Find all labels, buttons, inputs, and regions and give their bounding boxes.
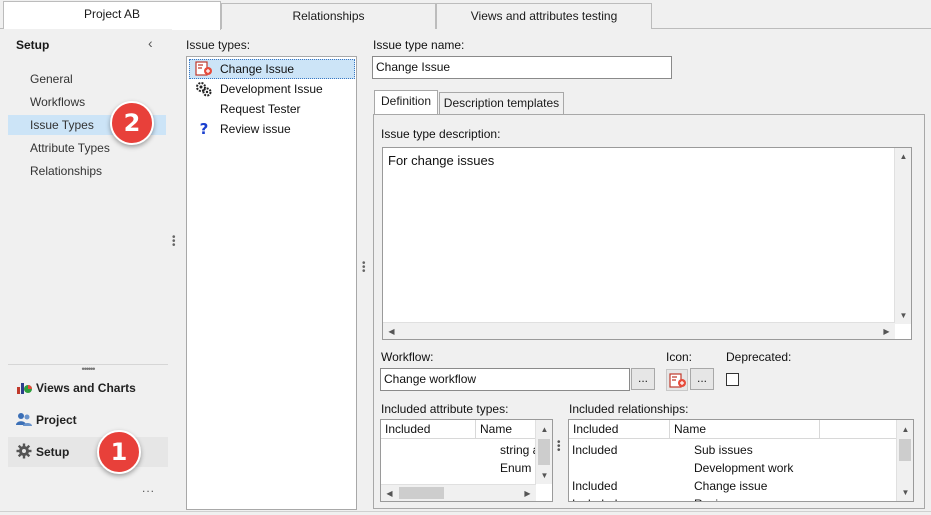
column-header-name[interactable]: Name — [670, 420, 820, 439]
attribute-row-name[interactable]: ..... — [500, 476, 517, 482]
deprecated-checkbox[interactable] — [726, 373, 739, 386]
scroll-right-icon[interactable]: ▶ — [519, 485, 536, 501]
relationship-row-name[interactable]: Review — [694, 496, 733, 501]
sidebar-resize-grip[interactable]: •••••• — [8, 364, 168, 374]
nav-label: Project — [36, 413, 77, 427]
scroll-thumb[interactable] — [899, 439, 911, 461]
callout-badge-1: 1 — [97, 430, 141, 474]
gear-icon — [16, 443, 32, 459]
grid-splitter[interactable]: • • • — [557, 438, 561, 456]
tab-views-and-attributes-testing[interactable]: Views and attributes testing — [436, 3, 652, 29]
included-attribute-types-label: Included attribute types: — [381, 402, 509, 416]
included-relationships-label: Included relationships: — [569, 402, 689, 416]
nav-project[interactable]: Project — [8, 405, 168, 435]
issue-type-label: Development Issue — [220, 82, 323, 96]
chart-icon — [17, 383, 32, 394]
issue-type-development-issue[interactable]: Development Issue — [189, 79, 355, 99]
scroll-down-icon[interactable]: ▼ — [897, 484, 913, 501]
callout-badge-2: 2 — [110, 101, 154, 145]
issue-type-description-field[interactable]: For change issues ▲ ▼ ◀ ▶ — [382, 147, 912, 340]
top-tab-bar: Project AB Relationships Views and attri… — [0, 0, 931, 30]
change-issue-icon — [669, 373, 686, 388]
more-options-icon[interactable]: ... — [142, 481, 155, 495]
deprecated-label: Deprecated: — [726, 350, 792, 364]
attribute-row-name[interactable]: string a — [500, 442, 539, 458]
scroll-right-icon[interactable]: ▶ — [878, 323, 895, 340]
tab-relationships[interactable]: Relationships — [221, 3, 436, 29]
issue-type-name-field[interactable]: Change Issue — [372, 56, 672, 79]
tab-definition[interactable]: Definition — [374, 90, 438, 114]
issue-type-icon-preview — [666, 369, 688, 391]
issue-type-change-issue[interactable]: Change Issue — [189, 59, 355, 79]
relationship-row-name[interactable]: Sub issues — [694, 442, 753, 458]
relationship-row-name[interactable]: Development work — [694, 460, 793, 476]
nav-label: Setup — [36, 445, 70, 459]
relationship-row-included[interactable]: Included — [572, 478, 617, 494]
relationship-grid-vertical-scrollbar[interactable]: ▲ ▼ — [896, 420, 913, 501]
scroll-down-icon[interactable]: ▼ — [895, 307, 912, 324]
issue-type-request-tester[interactable]: Request Tester — [189, 99, 355, 119]
issue-type-description-label: Issue type description: — [381, 127, 501, 141]
nav-setup[interactable]: Setup — [8, 437, 168, 467]
sidebar-title: Setup — [16, 38, 50, 52]
scroll-up-icon[interactable]: ▲ — [895, 148, 912, 165]
scroll-left-icon[interactable]: ◀ — [381, 485, 398, 501]
issue-type-label: Request Tester — [220, 102, 301, 116]
relationship-row-included[interactable]: Included — [572, 496, 617, 501]
nav-views-and-charts[interactable]: Views and Charts — [8, 373, 168, 403]
tab-description-templates[interactable]: Description templates — [439, 92, 564, 114]
sidebar-item-general[interactable]: General — [8, 69, 166, 89]
sidebar: Setup ‹ General Workflows Issue Types At… — [0, 29, 172, 515]
description-text: For change issues — [388, 153, 495, 168]
gears-icon — [196, 82, 212, 97]
workflow-browse-button[interactable]: ... — [631, 368, 655, 390]
relationship-row-included[interactable]: Included — [572, 442, 617, 458]
column-header-included[interactable]: Included — [381, 420, 476, 439]
grid-header: Included Name — [381, 420, 536, 439]
attribute-row-name[interactable]: Enum — [500, 460, 531, 476]
status-strip — [0, 511, 931, 515]
sidebar-splitter[interactable]: • • • — [172, 233, 176, 251]
list-splitter[interactable]: • • • — [362, 259, 366, 277]
issue-types-list: Change Issue Development Issue Request T… — [186, 56, 357, 510]
sidebar-item-relationships[interactable]: Relationships — [8, 161, 166, 181]
change-issue-icon — [195, 61, 212, 76]
icon-label: Icon: — [666, 350, 693, 364]
icon-browse-button[interactable]: ... — [690, 368, 714, 390]
attribute-grid-horizontal-scrollbar[interactable]: ◀ ▶ — [381, 484, 536, 501]
issue-type-review-issue[interactable]: ? Review issue — [189, 119, 355, 139]
attribute-grid-vertical-scrollbar[interactable]: ▲ ▼ — [535, 420, 552, 484]
tab-project-ab[interactable]: Project AB — [3, 1, 221, 30]
relationship-row-name[interactable]: Change issue — [694, 478, 767, 494]
scroll-thumb[interactable] — [399, 487, 444, 499]
relationships-grid: Included Name Included Sub issues Develo… — [568, 419, 914, 502]
attribute-types-grid: Included Name string a Enum ..... ▲ ▼ ◀ … — [380, 419, 553, 502]
collapse-sidebar-icon[interactable]: ‹ — [148, 35, 153, 51]
description-vertical-scrollbar[interactable]: ▲ ▼ — [894, 148, 911, 324]
users-icon — [16, 413, 32, 426]
column-header-name[interactable]: Name — [476, 420, 536, 439]
scroll-thumb[interactable] — [538, 439, 550, 465]
scroll-up-icon[interactable]: ▲ — [536, 421, 552, 438]
description-horizontal-scrollbar[interactable]: ◀ ▶ — [383, 322, 895, 339]
scroll-up-icon[interactable]: ▲ — [897, 421, 913, 438]
question-icon: ? — [199, 120, 209, 138]
workflow-label: Workflow: — [381, 350, 434, 364]
issue-type-label: Change Issue — [220, 62, 295, 76]
column-header-included[interactable]: Included — [569, 420, 670, 439]
workflow-field[interactable]: Change workflow — [380, 368, 630, 391]
scroll-left-icon[interactable]: ◀ — [383, 323, 400, 340]
issue-type-name-label: Issue type name: — [373, 38, 465, 52]
issue-type-label: Review issue — [220, 122, 291, 136]
grid-header: Included Name — [569, 420, 897, 439]
issue-types-label: Issue types: — [186, 38, 251, 52]
nav-label: Views and Charts — [36, 381, 136, 395]
scroll-down-icon[interactable]: ▼ — [536, 467, 552, 484]
